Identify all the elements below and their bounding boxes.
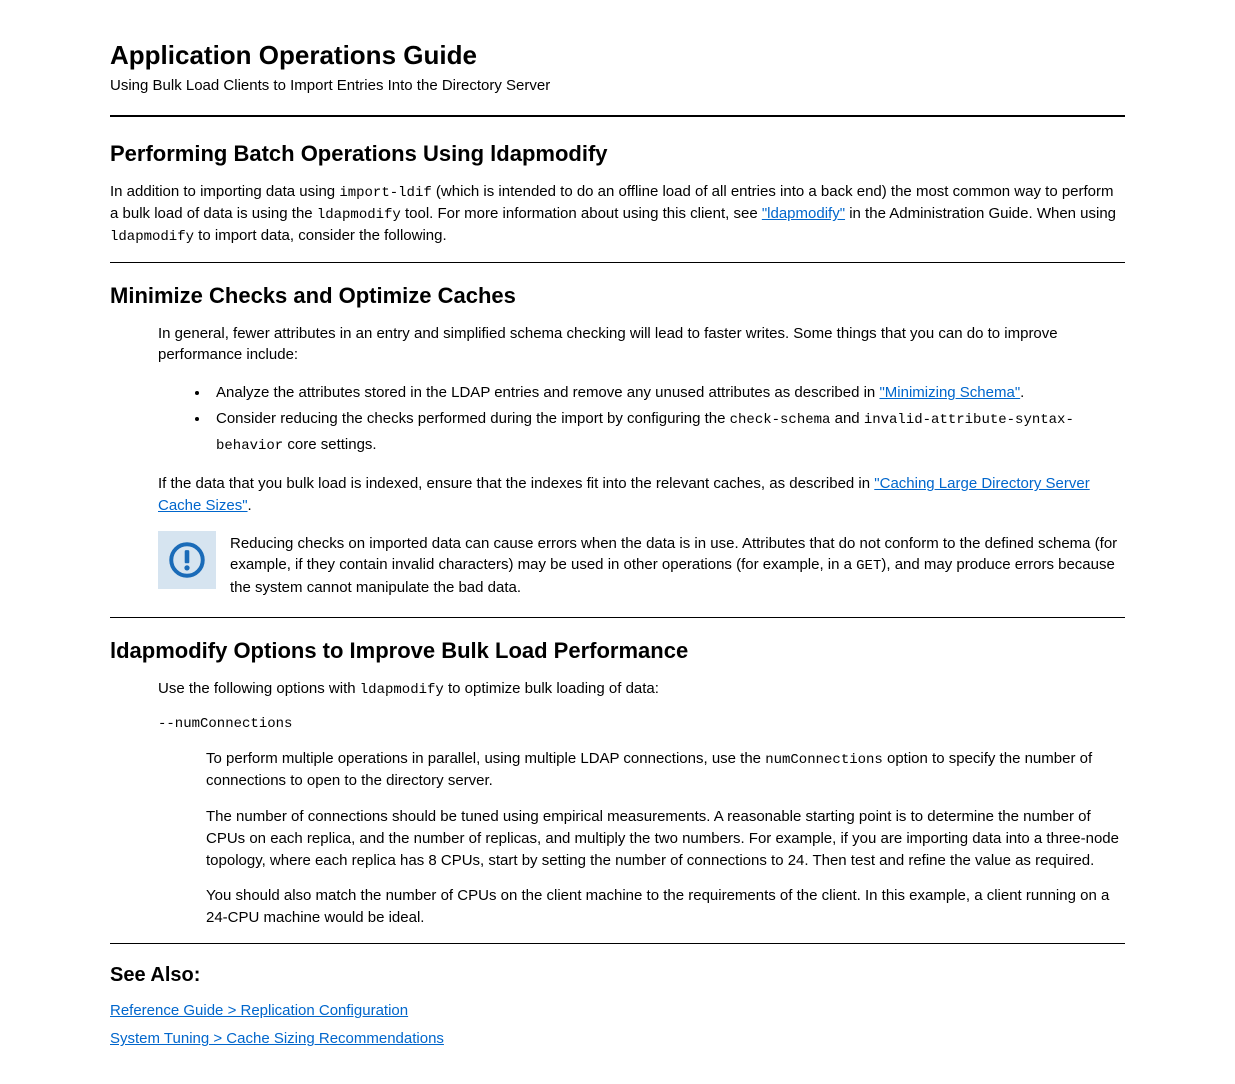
link-see-also-2[interactable]: System Tuning > Cache Sizing Recommendat… xyxy=(110,1030,444,1047)
list-item: Analyze the attributes stored in the LDA… xyxy=(210,380,1125,406)
code-ldapmodify: ldapmodify xyxy=(317,207,401,223)
code-check-schema: check-schema xyxy=(730,412,831,428)
option-numconnections: --numConnections xyxy=(158,714,1125,734)
paragraph: You should also match the number of CPUs… xyxy=(206,885,1125,929)
section-rule xyxy=(110,262,1125,263)
code-ldapmodify: ldapmodify xyxy=(360,682,444,698)
paragraph: In general, fewer attributes in an entry… xyxy=(158,323,1125,367)
code-numconnections: numConnections xyxy=(765,752,883,768)
code-import-ldif: import-ldif xyxy=(339,185,431,201)
doc-title: Application Operations Guide xyxy=(110,40,1125,71)
important-icon xyxy=(158,531,216,589)
code-get: GET xyxy=(856,558,881,574)
note-text: Reducing checks on imported data can cau… xyxy=(230,531,1125,599)
note-block: Reducing checks on imported data can cau… xyxy=(158,531,1125,599)
doc-subtitle: Using Bulk Load Clients to Import Entrie… xyxy=(110,75,1125,97)
paragraph: Use the following options with ldapmodif… xyxy=(158,678,1125,700)
list-item: Consider reducing the checks performed d… xyxy=(210,406,1125,460)
title-rule xyxy=(110,115,1125,117)
section-rule xyxy=(110,617,1125,618)
paragraph: If the data that you bulk load is indexe… xyxy=(158,473,1125,517)
section-heading-minimize-checks: Minimize Checks and Optimize Caches xyxy=(110,283,1125,309)
see-also-heading: See Also: xyxy=(110,964,1125,987)
section-rule xyxy=(110,943,1125,944)
paragraph: To perform multiple operations in parall… xyxy=(206,748,1125,792)
section-heading-ldapmodify-batch: Performing Batch Operations Using ldapmo… xyxy=(110,141,1125,167)
section-heading-ldapmodify-options: ldapmodify Options to Improve Bulk Load … xyxy=(110,638,1125,664)
link-minimizing-schema[interactable]: "Minimizing Schema" xyxy=(879,384,1020,401)
link-see-also-1[interactable]: Reference Guide > Replication Configurat… xyxy=(110,1002,408,1019)
paragraph: In addition to importing data using impo… xyxy=(110,181,1125,248)
link-ldapmodify-admin-guide[interactable]: "ldapmodify" xyxy=(762,205,845,222)
code-ldapmodify: ldapmodify xyxy=(110,229,194,245)
paragraph: The number of connections should be tune… xyxy=(206,806,1125,871)
